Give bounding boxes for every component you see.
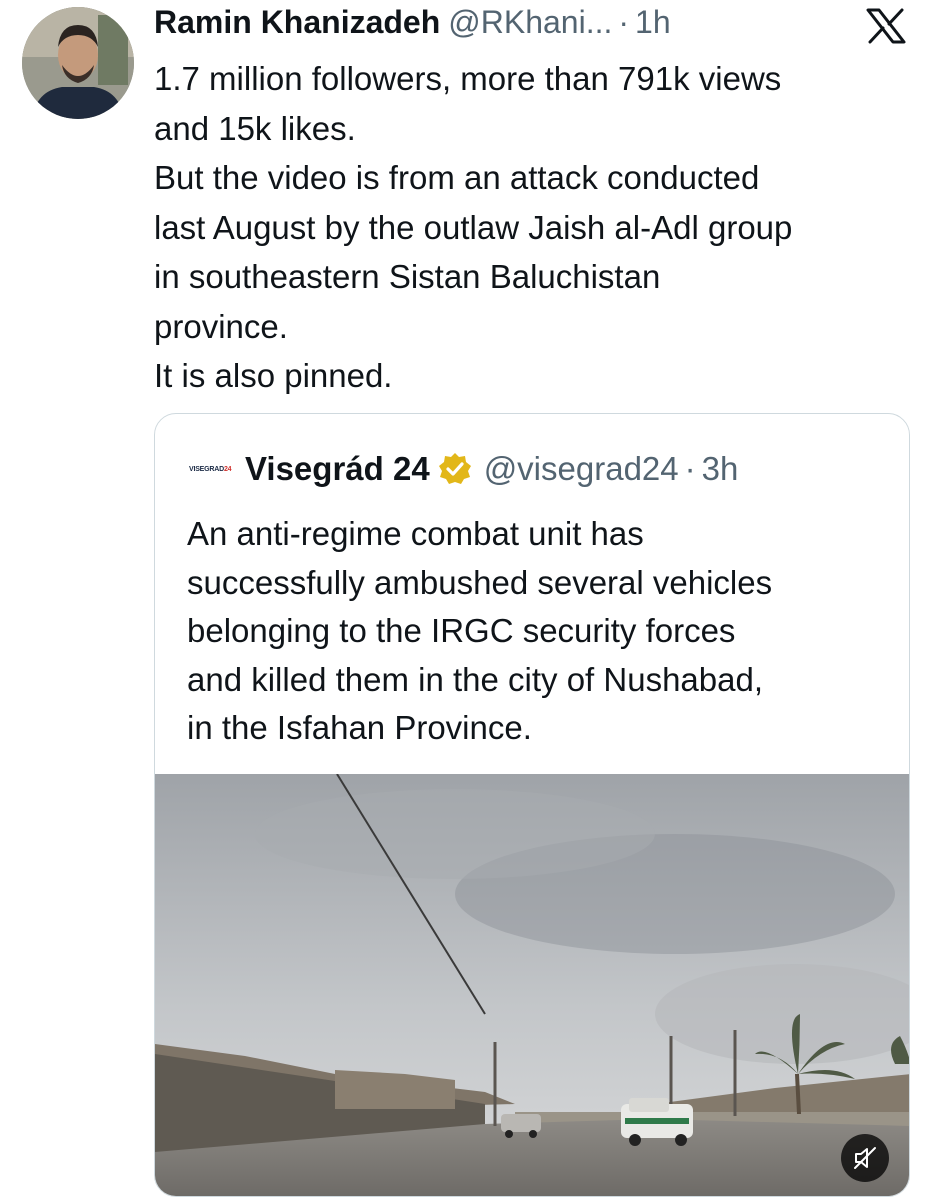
x-logo-icon: [866, 8, 906, 44]
quoted-author-handle[interactable]: @visegrad24: [484, 450, 679, 488]
author-avatar[interactable]: [22, 7, 134, 119]
quoted-header-separator: ·: [684, 450, 696, 487]
quoted-author-name[interactable]: Visegrád 24: [245, 450, 430, 488]
post-text: 1.7 million followers, more than 791k vi…: [154, 60, 793, 394]
quoted-video[interactable]: [155, 774, 909, 1196]
quoted-post-header: VISEGRAD24 Visegrád 24 @visegrad24 · 3h: [189, 444, 899, 494]
avatar-image: [22, 7, 134, 119]
mute-toggle-button[interactable]: [841, 1134, 889, 1182]
header-separator: ·: [618, 4, 630, 40]
post-time[interactable]: 1h: [635, 4, 671, 41]
post-header: Ramin Khanizadeh @RKhani... · 1h: [154, 4, 852, 48]
logo-text: VISEGRAD: [189, 465, 224, 473]
verified-badge-icon: [438, 453, 471, 484]
logo-suffix: 24: [223, 465, 232, 473]
quoted-author-logo[interactable]: VISEGRAD24: [189, 465, 232, 473]
quoted-post-time[interactable]: 3h: [702, 450, 739, 488]
speaker-muted-icon: [854, 1147, 876, 1169]
author-handle[interactable]: @RKhani...: [448, 4, 612, 41]
author-name[interactable]: Ramin Khanizadeh: [154, 4, 440, 41]
quoted-post-card[interactable]: VISEGRAD24 Visegrád 24 @visegrad24 · 3h …: [154, 413, 910, 1197]
quoted-post-text: An anti-regime combat unit has successfu…: [187, 515, 773, 746]
video-still-image: [155, 774, 909, 1196]
